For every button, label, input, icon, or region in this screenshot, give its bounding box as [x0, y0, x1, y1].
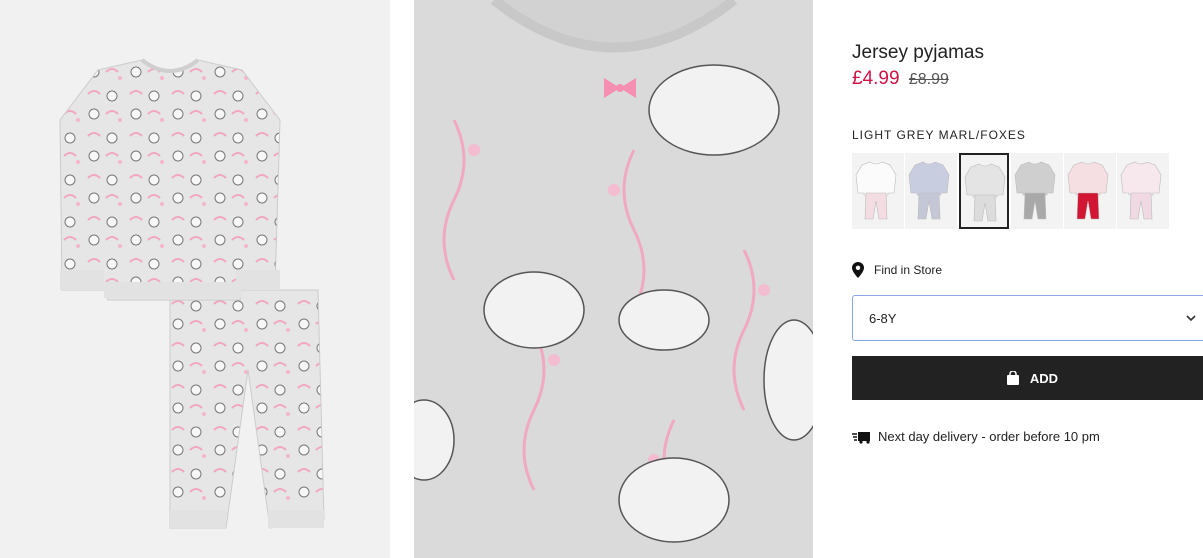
color-swatch[interactable] — [959, 153, 1009, 229]
sale-price: £4.99 — [852, 68, 900, 89]
swatch-thumbnail — [1014, 161, 1056, 220]
delivery-info: Next day delivery - order before 10 pm — [852, 429, 1100, 444]
swatch-thumbnail — [1120, 161, 1162, 220]
swatch-thumbnail — [908, 161, 950, 220]
product-image-main[interactable] — [0, 0, 390, 558]
color-swatch[interactable] — [1011, 153, 1063, 229]
color-swatch[interactable] — [852, 153, 904, 229]
price-row: £4.99 £8.99 — [852, 68, 949, 90]
size-selected-value: 6-8Y — [869, 310, 897, 326]
shopping-bag-icon — [1006, 371, 1019, 385]
add-to-bag-button[interactable]: ADD — [852, 356, 1203, 400]
color-swatch[interactable] — [1064, 153, 1116, 229]
color-swatches — [852, 153, 1169, 229]
find-in-store-link[interactable]: Find in Store — [852, 262, 942, 278]
chevron-down-icon — [1186, 315, 1196, 322]
location-pin-icon — [852, 262, 864, 278]
original-price: £8.99 — [908, 71, 949, 88]
pyjamas-illustration — [59, 58, 325, 529]
product-title: Jersey pyjamas — [852, 42, 984, 63]
swatch-thumbnail — [855, 161, 897, 220]
product-image-detail[interactable] — [414, 0, 813, 558]
delivery-truck-icon — [852, 431, 870, 444]
add-button-label: ADD — [1029, 370, 1059, 386]
delivery-text: Next day delivery - order before 10 pm — [878, 429, 1100, 444]
color-swatch[interactable] — [1117, 153, 1169, 229]
find-in-store-label: Find in Store — [874, 263, 943, 277]
fabric-closeup-illustration — [414, 0, 813, 558]
swatch-thumbnail — [964, 163, 1006, 222]
size-select[interactable]: 6-8Y — [852, 295, 1203, 341]
product-info-panel: Jersey pyjamas £4.99 £8.99 LIGHT GREY MA… — [852, 0, 1203, 558]
selected-color-name: LIGHT GREY MARL/FOXES — [852, 128, 1026, 142]
color-swatch[interactable] — [905, 153, 957, 229]
swatch-thumbnail — [1067, 161, 1109, 220]
